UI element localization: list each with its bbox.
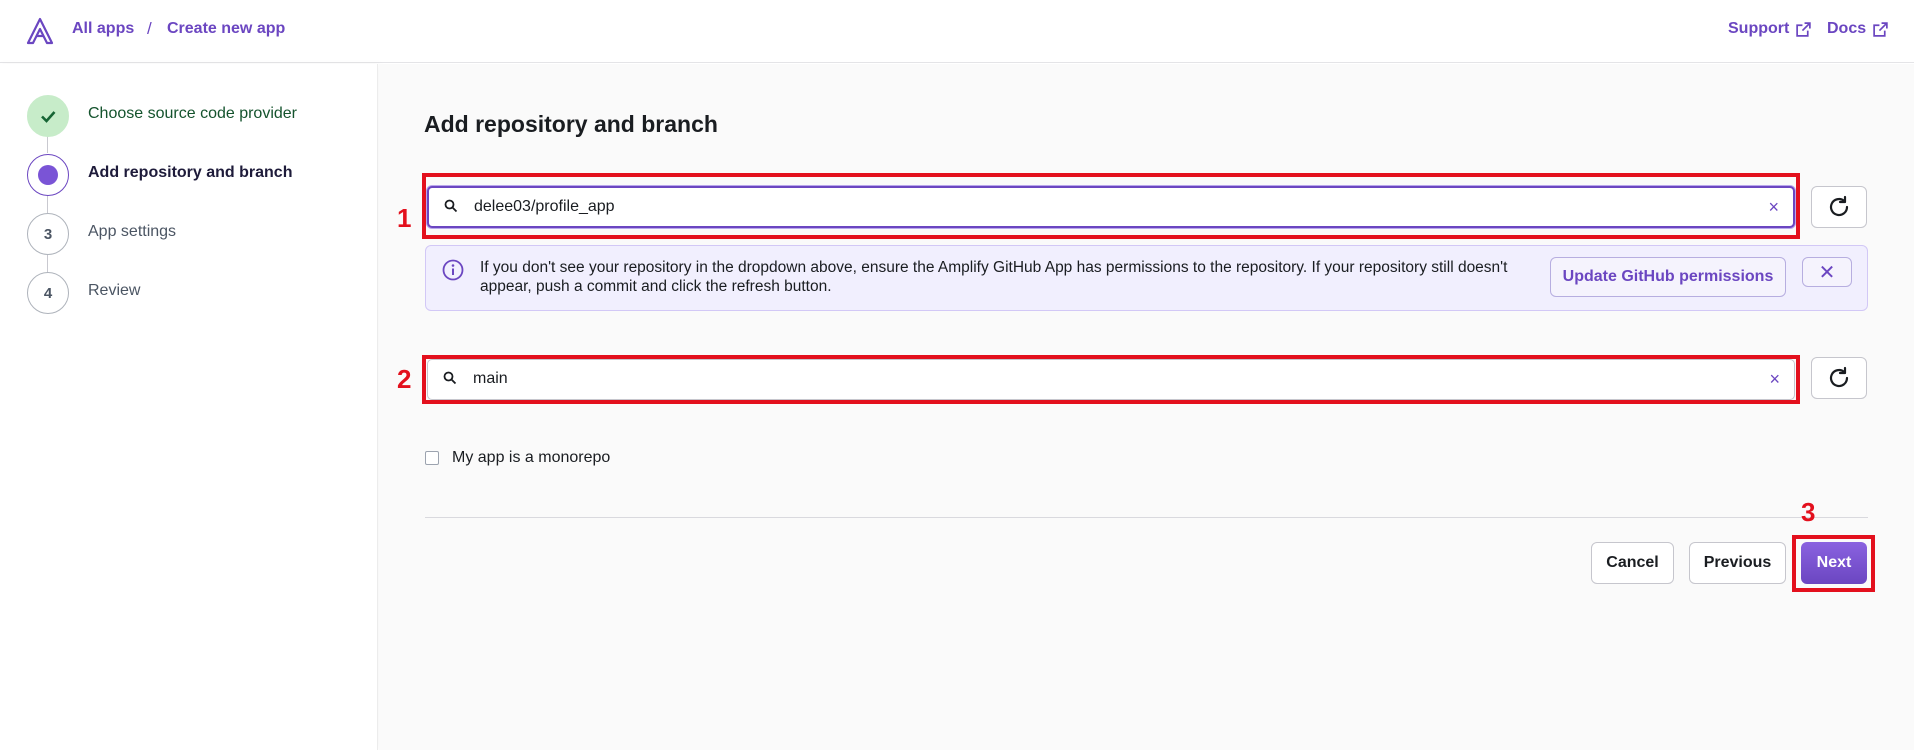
info-icon [442,259,464,281]
annotation-label-2: 2 [397,364,412,394]
refresh-icon [1829,195,1849,217]
step-connector [47,136,48,153]
section-divider [425,517,1868,518]
annotation-label-1: 1 [397,203,412,233]
step-3-label: App settings [88,223,177,240]
cancel-button[interactable]: Cancel [1591,542,1674,584]
previous-button[interactable]: Previous [1689,542,1786,584]
step-4-label: Review [88,282,141,299]
docs-link[interactable]: Docs [1827,20,1889,38]
close-icon[interactable]: ✕ [1802,257,1852,287]
branch-search-input[interactable]: main × [427,359,1795,400]
step-2-indicator [27,154,69,196]
step-2-label: Add repository and branch [88,164,293,181]
breadcrumb-create-new-app[interactable]: Create new app [167,20,285,38]
breadcrumb-all-apps[interactable]: All apps [72,20,134,38]
refresh-branches-button[interactable] [1811,357,1867,399]
branch-value: main [473,370,508,387]
search-icon [444,199,458,213]
annotation-label-3: 3 [1801,497,1816,527]
repository-search-input[interactable]: delee03/profile_app × [427,186,1795,228]
clear-icon[interactable]: × [1768,197,1779,218]
next-button[interactable]: Next [1801,542,1867,584]
main-content [379,64,1914,750]
checkmark-icon [41,111,56,123]
page-title: Add repository and branch [424,111,718,137]
repository-value: delee03/profile_app [474,198,615,215]
monorepo-checkbox-label[interactable]: My app is a monorepo [452,449,610,467]
step-connector [47,195,48,213]
clear-icon[interactable]: × [1769,369,1780,390]
step-connector [47,254,48,273]
top-bar: All apps / Create new app Support Docs [0,0,1914,63]
step-1-label[interactable]: Choose source code provider [88,105,297,123]
step-1-indicator [27,95,69,137]
step-3-indicator: 3 [27,213,69,255]
external-link-icon [1796,21,1812,37]
info-alert: If you don't see your repository in the … [425,245,1868,311]
support-link-label: Support [1728,20,1790,37]
docs-link-label: Docs [1827,20,1867,37]
monorepo-checkbox[interactable] [425,451,439,465]
step-4-indicator: 4 [27,272,69,314]
search-icon [443,371,457,385]
info-alert-text: If you don't see your repository in the … [480,259,1508,295]
refresh-icon [1829,366,1849,388]
refresh-repositories-button[interactable] [1811,186,1867,228]
breadcrumb-separator: / [147,19,152,38]
external-link-icon [1873,21,1888,37]
current-step-dot [38,165,58,185]
amplify-logo-icon[interactable] [26,17,54,45]
support-link[interactable]: Support [1728,20,1812,38]
update-github-permissions-button[interactable]: Update GitHub permissions [1550,257,1786,297]
